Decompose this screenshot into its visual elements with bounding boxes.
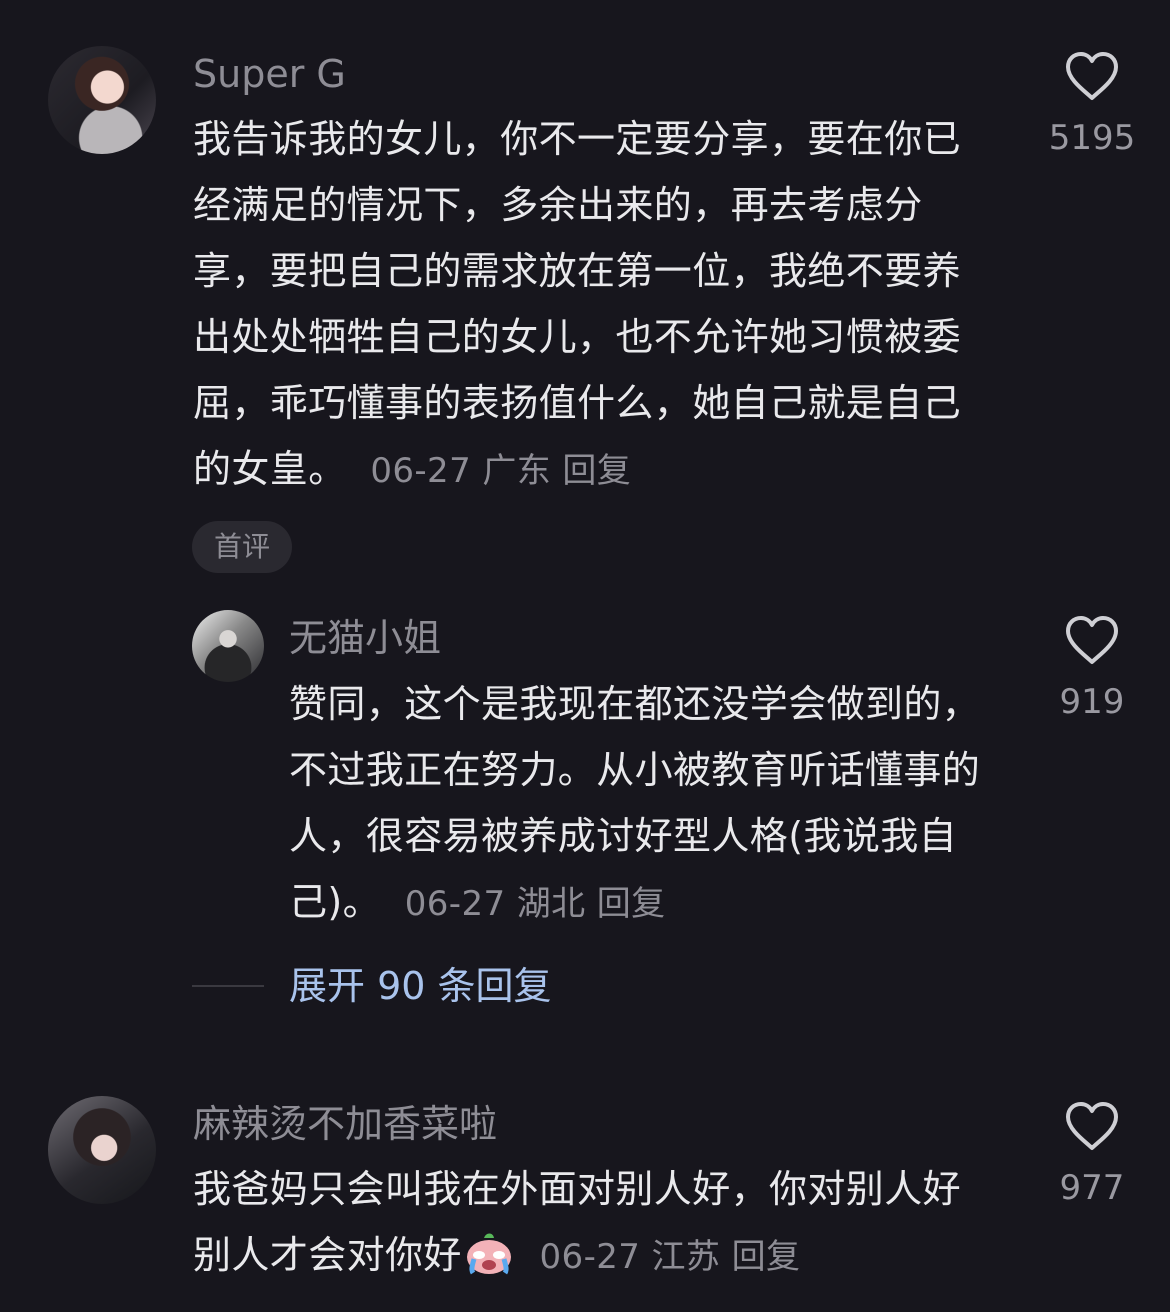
like-count: 977 xyxy=(1059,1168,1125,1208)
avatar[interactable] xyxy=(192,610,264,682)
comment-location: 江苏 xyxy=(651,1237,721,1277)
like-count: 919 xyxy=(1059,682,1125,722)
like-button[interactable] xyxy=(1062,1100,1122,1152)
comment-location: 湖北 xyxy=(516,884,586,924)
comment-date: 06-27 xyxy=(370,451,472,491)
avatar[interactable] xyxy=(48,46,156,154)
reply-button[interactable]: 回复 xyxy=(562,451,631,491)
like-button[interactable] xyxy=(1062,50,1122,102)
reply-button[interactable]: 回复 xyxy=(732,1237,801,1277)
expand-replies-button[interactable]: 展开 90 条回复 xyxy=(289,958,552,1014)
comment-text: 赞同，这个是我现在都还没学会做到的，不过我正在努力。从小被教育听话懂事的人，很容… xyxy=(289,671,999,937)
username[interactable]: 麻辣烫不加香菜啦 xyxy=(193,1098,497,1150)
comment-meta: 06-27 江苏 回复 xyxy=(528,1237,800,1277)
like-button[interactable] xyxy=(1062,614,1122,666)
avatar[interactable] xyxy=(48,1096,156,1204)
comment-text: 我告诉我的女儿，你不一定要分享，要在你已经满足的情况下，多余出来的，再去考虑分享… xyxy=(193,106,993,504)
like-count: 5195 xyxy=(1048,118,1136,158)
comment-body: 我告诉我的女儿，你不一定要分享，要在你已经满足的情况下，多余出来的，再去考虑分享… xyxy=(193,117,962,491)
comment-text: 我爸妈只会叫我在外面对别人好，你对别人好别人才会对你好 06-27 江苏 回复 xyxy=(193,1156,993,1290)
username[interactable]: 无猫小姐 xyxy=(289,612,441,664)
heart-outline-icon xyxy=(1066,1102,1118,1150)
username[interactable]: Super G xyxy=(193,48,346,100)
heart-outline-icon xyxy=(1066,52,1118,100)
comment-date: 06-27 xyxy=(539,1237,641,1277)
comment-meta: 06-27 广东 回复 xyxy=(359,451,631,491)
first-comment-badge: 首评 xyxy=(192,521,293,573)
comment-date: 06-27 xyxy=(404,884,506,924)
replies-divider xyxy=(192,985,264,987)
comment-location: 广东 xyxy=(482,451,552,491)
heart-outline-icon xyxy=(1066,616,1118,664)
comment-meta: 06-27 湖北 回复 xyxy=(394,884,666,924)
reply-button[interactable]: 回复 xyxy=(597,884,666,924)
crying-face-emoji xyxy=(462,1228,516,1276)
